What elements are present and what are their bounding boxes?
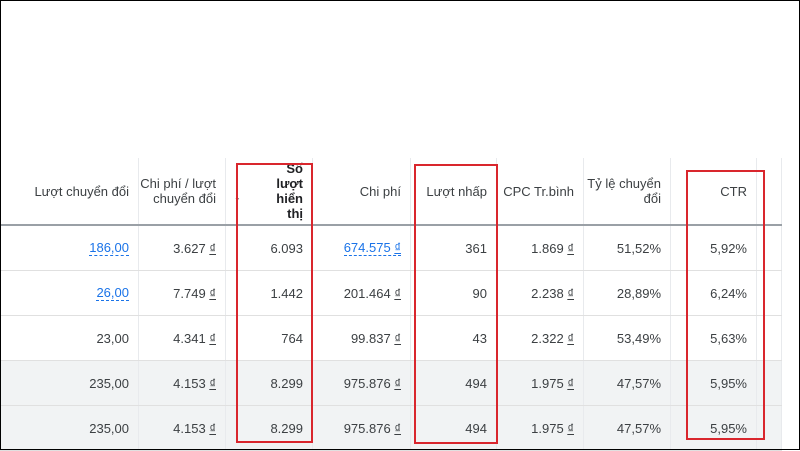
cost-link[interactable]: 674.575 ₫ — [343, 239, 401, 256]
table-row: 26,00 7.749 ₫ 1.442 201.464 ₫ 90 2.238 ₫… — [0, 271, 782, 316]
value: 4.153 — [173, 375, 206, 391]
cell-conversions: 186,00 — [0, 226, 139, 270]
table-row: 23,00 4.341 ₫ 764 99.837 ₫ 43 2.322 ₫ 53… — [0, 316, 782, 361]
cell-impressions: 8.299 — [226, 406, 313, 450]
cell-impressions: 8.299 — [226, 361, 313, 405]
table-row: 235,00 4.153 ₫ 8.299 975.876 ₫ 494 1.975… — [0, 406, 782, 451]
value: 4.153 — [173, 420, 206, 436]
header-conversion-rate[interactable]: Tỷ lệ chuyển đổi — [584, 158, 671, 224]
cell-clicks: 43 — [411, 316, 497, 360]
cell-conversion-rate: 28,89% — [584, 271, 671, 315]
currency-symbol: ₫ — [567, 420, 574, 436]
currency-symbol: ₫ — [394, 375, 401, 391]
cell-ctr: 5,95% — [671, 406, 757, 450]
header-conversions[interactable]: Lượt chuyển đổi — [0, 158, 139, 224]
currency-symbol: ₫ — [567, 285, 574, 301]
cell-avg-cpc: 2.238 ₫ — [497, 271, 584, 315]
cell-cost-per-conversion: 3.627 ₫ — [139, 226, 226, 270]
header-clicks[interactable]: Lượt nhấp — [411, 158, 497, 224]
cell-spacer — [757, 271, 782, 315]
cell-avg-cpc: 2.322 ₫ — [497, 316, 584, 360]
cell-clicks: 90 — [411, 271, 497, 315]
cell-spacer — [757, 361, 782, 405]
cell-ctr: 5,63% — [671, 316, 757, 360]
header-cost-per-conversion[interactable]: Chi phí / lượt chuyển đổi — [139, 158, 226, 224]
value: 201.464 — [343, 285, 391, 301]
cell-spacer — [757, 316, 782, 360]
header-spacer — [757, 158, 782, 224]
conversions-link[interactable]: 186,00 — [89, 240, 129, 256]
cell-conversions: 23,00 — [0, 316, 139, 360]
table-row: 186,00 3.627 ₫ 6.093 674.575 ₫ 361 1.869… — [0, 226, 782, 271]
cell-impressions: 764 — [226, 316, 313, 360]
value: 1.975 — [531, 420, 564, 436]
value: 975.876 — [343, 375, 391, 391]
currency-symbol: ₫ — [567, 240, 574, 256]
table-row: 235,00 4.153 ₫ 8.299 975.876 ₫ 494 1.975… — [0, 361, 782, 406]
cell-conversion-rate: 51,52% — [584, 226, 671, 270]
cell-cost: 975.876 ₫ — [313, 361, 411, 405]
cell-impressions: 6.093 — [226, 226, 313, 270]
currency-symbol: ₫ — [209, 420, 216, 436]
cell-avg-cpc: 1.869 ₫ — [497, 226, 584, 270]
header-impressions[interactable]: ↓ Số lượt hiển thị — [226, 158, 313, 224]
cell-clicks: 494 — [411, 361, 497, 405]
value: 2.322 — [531, 330, 564, 346]
value: 1.869 — [531, 240, 564, 256]
cell-conversion-rate: 47,57% — [584, 406, 671, 450]
cell-conversion-rate: 47,57% — [584, 361, 671, 405]
cell-cost-per-conversion: 4.341 ₫ — [139, 316, 226, 360]
currency-symbol: ₫ — [394, 420, 401, 436]
value: 1.975 — [531, 375, 564, 391]
value: 2.238 — [531, 285, 564, 301]
header-cost[interactable]: Chi phí — [313, 158, 411, 224]
currency-symbol: ₫ — [209, 330, 216, 346]
cell-cost: 99.837 ₫ — [313, 316, 411, 360]
cell-cost-per-conversion: 7.749 ₫ — [139, 271, 226, 315]
value: 975.876 — [343, 420, 391, 436]
cell-ctr: 5,92% — [671, 226, 757, 270]
currency-symbol: ₫ — [394, 330, 401, 346]
currency-symbol: ₫ — [567, 330, 574, 346]
cell-clicks: 361 — [411, 226, 497, 270]
value: 99.837 — [350, 330, 391, 346]
arrow-down-icon: ↓ — [234, 186, 241, 203]
value: 674.575 — [343, 239, 391, 255]
currency-symbol: ₫ — [394, 239, 401, 255]
metrics-table: Lượt chuyển đổi Chi phí / lượt chuyển đổ… — [0, 158, 782, 451]
currency-symbol: ₫ — [209, 240, 216, 256]
value: 7.749 — [173, 285, 206, 301]
cell-conversion-rate: 53,49% — [584, 316, 671, 360]
cell-cost: 674.575 ₫ — [313, 226, 411, 270]
header-ctr[interactable]: CTR — [671, 158, 757, 224]
conversions-link[interactable]: 26,00 — [96, 285, 129, 301]
cell-clicks: 494 — [411, 406, 497, 450]
currency-symbol: ₫ — [394, 285, 401, 301]
cell-spacer — [757, 406, 782, 450]
cell-conversions: 26,00 — [0, 271, 139, 315]
cell-impressions: 1.442 — [226, 271, 313, 315]
cell-cost: 201.464 ₫ — [313, 271, 411, 315]
value: 4.341 — [173, 330, 206, 346]
currency-symbol: ₫ — [209, 285, 216, 301]
cell-cost: 975.876 ₫ — [313, 406, 411, 450]
header-impressions-label: Số lượt hiển thị — [276, 161, 303, 221]
cell-conversions: 235,00 — [0, 406, 139, 450]
header-avg-cpc[interactable]: CPC Tr.bình — [497, 158, 584, 224]
cell-cost-per-conversion: 4.153 ₫ — [139, 361, 226, 405]
value: 3.627 — [173, 240, 206, 256]
currency-symbol: ₫ — [209, 375, 216, 391]
currency-symbol: ₫ — [567, 375, 574, 391]
cell-spacer — [757, 226, 782, 270]
cell-cost-per-conversion: 4.153 ₫ — [139, 406, 226, 450]
cell-avg-cpc: 1.975 ₫ — [497, 361, 584, 405]
cell-ctr: 5,95% — [671, 361, 757, 405]
cell-conversions: 235,00 — [0, 361, 139, 405]
cell-ctr: 6,24% — [671, 271, 757, 315]
table-header: Lượt chuyển đổi Chi phí / lượt chuyển đổ… — [0, 158, 782, 226]
cell-avg-cpc: 1.975 ₫ — [497, 406, 584, 450]
